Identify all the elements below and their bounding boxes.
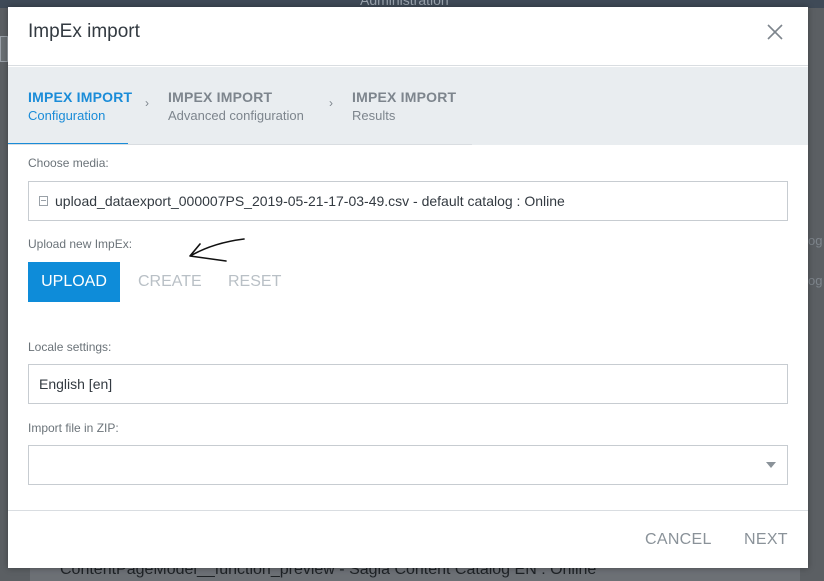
create-button[interactable]: CREATE xyxy=(138,273,202,291)
import-zip-select[interactable] xyxy=(28,445,788,485)
step-subtitle: Configuration xyxy=(28,108,106,123)
chevron-down-icon xyxy=(766,462,776,468)
hand-drawn-arrow-annotation xyxy=(189,238,245,262)
dialog-footer: CANCEL NEXT xyxy=(8,510,808,568)
wizard-stepper: IMPEX IMPORT Configuration › IMPEX IMPOR… xyxy=(8,67,808,145)
reset-button[interactable]: RESET xyxy=(228,273,281,291)
locale-settings-label: Locale settings: xyxy=(28,340,112,354)
dialog-header: ImpEx import xyxy=(8,7,808,66)
step-configuration[interactable]: IMPEX IMPORT Configuration xyxy=(28,89,132,123)
choose-media-field[interactable]: upload_dataexport_000007PS_2019-05-21-17… xyxy=(28,181,788,221)
locale-settings-field[interactable]: English [en] xyxy=(28,364,788,404)
step-advanced-configuration[interactable]: IMPEX IMPORT Advanced configuration xyxy=(168,89,304,123)
import-zip-label: Import file in ZIP: xyxy=(28,421,119,435)
step-subtitle: Results xyxy=(352,108,396,123)
dialog-title: ImpEx import xyxy=(28,21,140,42)
upload-button[interactable]: UPLOAD xyxy=(28,262,120,302)
cancel-button[interactable]: CANCEL xyxy=(645,531,712,549)
step-title: IMPEX IMPORT xyxy=(28,89,133,105)
background-text-fragment: og xyxy=(808,233,823,248)
step-results[interactable]: IMPEX IMPORT Results xyxy=(352,89,456,123)
file-icon xyxy=(39,196,48,206)
chevron-right-icon: › xyxy=(329,96,333,110)
choose-media-value: upload_dataexport_000007PS_2019-05-21-17… xyxy=(55,193,565,209)
step-subtitle: Advanced configuration xyxy=(168,108,304,123)
choose-media-label: Choose media: xyxy=(28,156,109,170)
stepper-divider xyxy=(8,144,472,145)
impex-import-dialog: ImpEx import IMPEX IMPORT Configuration … xyxy=(8,7,808,568)
background-text-fragment: og xyxy=(808,273,823,288)
next-button[interactable]: NEXT xyxy=(744,531,788,549)
chevron-right-icon: › xyxy=(145,96,149,110)
close-icon[interactable] xyxy=(764,21,786,43)
step-title: IMPEX IMPORT xyxy=(352,89,457,105)
background-left-control xyxy=(0,36,8,62)
step-title: IMPEX IMPORT xyxy=(168,89,273,105)
locale-settings-value: English [en] xyxy=(39,376,113,392)
upload-new-impex-label: Upload new ImpEx: xyxy=(28,237,133,251)
